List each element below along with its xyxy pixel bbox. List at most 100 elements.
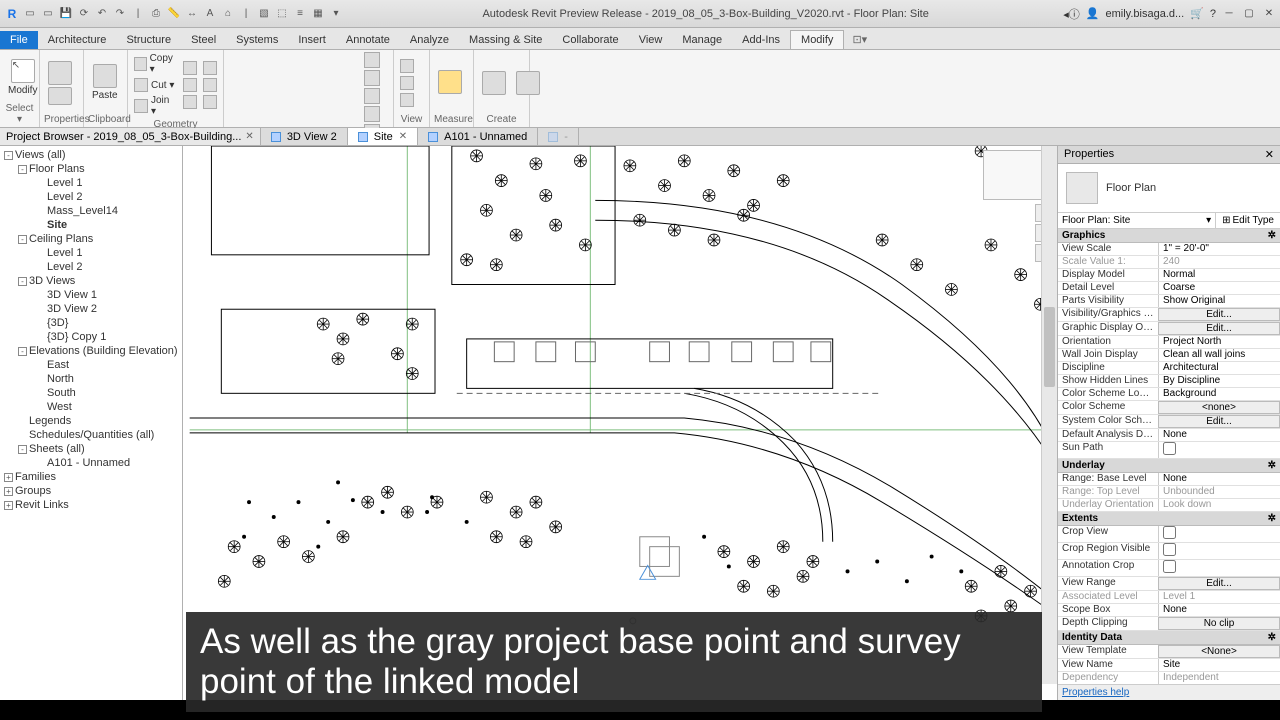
- tool-icon[interactable]: [364, 70, 380, 86]
- property-row[interactable]: Range: Top LevelUnbounded: [1058, 486, 1280, 499]
- property-row[interactable]: Parts VisibilityShow Original: [1058, 295, 1280, 308]
- tool-icon[interactable]: [364, 106, 380, 122]
- tree-item[interactable]: South: [0, 386, 182, 400]
- property-row[interactable]: Wall Join DisplayClean all wall joins: [1058, 349, 1280, 362]
- help-icon[interactable]: ?: [1210, 8, 1216, 20]
- paste-button[interactable]: Paste: [88, 62, 122, 103]
- geom-tool[interactable]: [181, 77, 199, 93]
- tag-icon[interactable]: ⌂: [220, 6, 236, 22]
- tree-item[interactable]: +Families: [0, 470, 182, 484]
- tab-structure[interactable]: Structure: [116, 31, 181, 49]
- tool-icon[interactable]: [364, 52, 380, 68]
- close-icon[interactable]: ✕: [1265, 148, 1274, 161]
- sync-icon[interactable]: ⟳: [76, 6, 92, 22]
- tab-architecture[interactable]: Architecture: [38, 31, 117, 49]
- tab-modify[interactable]: Modify: [790, 30, 844, 49]
- section-icon[interactable]: ⬚: [274, 6, 290, 22]
- user-name[interactable]: emily.bisaga.d...: [1106, 8, 1185, 20]
- switch-icon[interactable]: ▾: [328, 6, 344, 22]
- tree-item[interactable]: East: [0, 358, 182, 372]
- geom-tool[interactable]: [181, 60, 199, 76]
- view-tool[interactable]: [398, 58, 416, 74]
- redo-icon[interactable]: ↷: [112, 6, 128, 22]
- property-row[interactable]: View RangeEdit...: [1058, 577, 1280, 591]
- view-tool[interactable]: [398, 92, 416, 108]
- property-section-header[interactable]: Underlay✲: [1058, 459, 1280, 473]
- undo-icon[interactable]: ↶: [94, 6, 110, 22]
- property-row[interactable]: Detail LevelCoarse: [1058, 282, 1280, 295]
- modify-button[interactable]: ↖Modify: [4, 57, 41, 98]
- property-row[interactable]: Scope BoxNone: [1058, 604, 1280, 617]
- dim-icon[interactable]: ↔: [184, 6, 200, 22]
- cart-icon[interactable]: 🛒: [1190, 7, 1204, 20]
- property-row[interactable]: Sun Path: [1058, 442, 1280, 459]
- measure-icon[interactable]: 📏: [166, 6, 182, 22]
- join-button[interactable]: Join ▾: [132, 94, 179, 118]
- tab-extra[interactable]: ⊡▾: [844, 30, 875, 49]
- property-row[interactable]: Default Analysis Display S...None: [1058, 429, 1280, 442]
- property-row[interactable]: View NameSite: [1058, 659, 1280, 672]
- tree-item[interactable]: Schedules/Quantities (all): [0, 428, 182, 442]
- property-row[interactable]: Color Scheme<none>: [1058, 401, 1280, 415]
- tree-item[interactable]: +Revit Links: [0, 498, 182, 512]
- tab-analyze[interactable]: Analyze: [400, 31, 459, 49]
- property-row[interactable]: System Color SchemesEdit...: [1058, 415, 1280, 429]
- property-row[interactable]: Crop View: [1058, 526, 1280, 543]
- tree-item[interactable]: North: [0, 372, 182, 386]
- maximize-icon[interactable]: ▢: [1242, 7, 1256, 21]
- property-row[interactable]: Crop Region Visible: [1058, 543, 1280, 560]
- app-r-icon[interactable]: R: [4, 6, 20, 22]
- property-row[interactable]: Show Hidden LinesBy Discipline: [1058, 375, 1280, 388]
- tab-view[interactable]: View: [629, 31, 673, 49]
- save-icon[interactable]: 💾: [58, 6, 74, 22]
- tab-file[interactable]: File: [0, 31, 38, 49]
- tab-addins[interactable]: Add-Ins: [732, 31, 790, 49]
- property-section-header[interactable]: Extents✲: [1058, 512, 1280, 526]
- project-browser-tab[interactable]: Project Browser - 2019_08_05_3-Box-Build…: [0, 128, 261, 145]
- property-row[interactable]: Underlay OrientationLook down: [1058, 499, 1280, 512]
- property-row[interactable]: Visibility/Graphics Overrid...Edit...: [1058, 308, 1280, 322]
- tree-item[interactable]: {3D} Copy 1: [0, 330, 182, 344]
- tree-item[interactable]: Level 2: [0, 260, 182, 274]
- tree-item[interactable]: Site: [0, 218, 182, 232]
- tab-annotate[interactable]: Annotate: [336, 31, 400, 49]
- properties-button[interactable]: [44, 59, 76, 107]
- open-icon[interactable]: ▭: [22, 6, 38, 22]
- property-row[interactable]: DependencyIndependent: [1058, 672, 1280, 684]
- project-browser[interactable]: -Views (all)-Floor PlansLevel 1Level 2Ma…: [0, 146, 183, 700]
- tree-item[interactable]: 3D View 1: [0, 288, 182, 302]
- close-icon[interactable]: ✕: [1262, 7, 1276, 21]
- tab-steel[interactable]: Steel: [181, 31, 226, 49]
- print-icon[interactable]: ⎙: [148, 6, 164, 22]
- instance-selector[interactable]: Floor Plan: Site▾: [1058, 213, 1216, 228]
- minimize-icon[interactable]: ─: [1222, 7, 1236, 21]
- info-icon[interactable]: ◂ⓘ: [1063, 6, 1080, 22]
- close-icon[interactable]: ✕: [245, 131, 253, 142]
- measure-button[interactable]: [434, 68, 466, 98]
- geom-tool[interactable]: [201, 77, 219, 93]
- tree-item[interactable]: A101 - Unnamed: [0, 456, 182, 470]
- tree-item[interactable]: Legends: [0, 414, 182, 428]
- geom-tool[interactable]: [201, 60, 219, 76]
- property-row[interactable]: Depth ClippingNo clip: [1058, 617, 1280, 631]
- property-row[interactable]: Display ModelNormal: [1058, 269, 1280, 282]
- tree-item[interactable]: Mass_Level14: [0, 204, 182, 218]
- tree-item[interactable]: Level 1: [0, 246, 182, 260]
- properties-grid[interactable]: Graphics✲View Scale1" = 20'-0"Scale Valu…: [1058, 229, 1280, 684]
- tab-collaborate[interactable]: Collaborate: [552, 31, 628, 49]
- property-row[interactable]: Range: Base LevelNone: [1058, 473, 1280, 486]
- vertical-scrollbar[interactable]: [1041, 146, 1057, 684]
- property-row[interactable]: Graphic Display OptionsEdit...: [1058, 322, 1280, 336]
- tab-systems[interactable]: Systems: [226, 31, 288, 49]
- cut-button[interactable]: Cut ▾: [132, 77, 179, 93]
- tree-item[interactable]: -3D Views: [0, 274, 182, 288]
- property-row[interactable]: Annotation Crop: [1058, 560, 1280, 577]
- type-selector[interactable]: Floor Plan: [1058, 164, 1280, 213]
- doc-tab-3dview2[interactable]: 3D View 2: [261, 128, 348, 145]
- scrollbar-thumb[interactable]: [1044, 307, 1055, 387]
- properties-help-link[interactable]: Properties help: [1058, 684, 1280, 700]
- cope-button[interactable]: Copy ▾: [132, 52, 179, 76]
- close-hidden-icon[interactable]: ▦: [310, 6, 326, 22]
- edit-type-button[interactable]: ⊞ Edit Type: [1216, 213, 1280, 228]
- tree-item[interactable]: -Elevations (Building Elevation): [0, 344, 182, 358]
